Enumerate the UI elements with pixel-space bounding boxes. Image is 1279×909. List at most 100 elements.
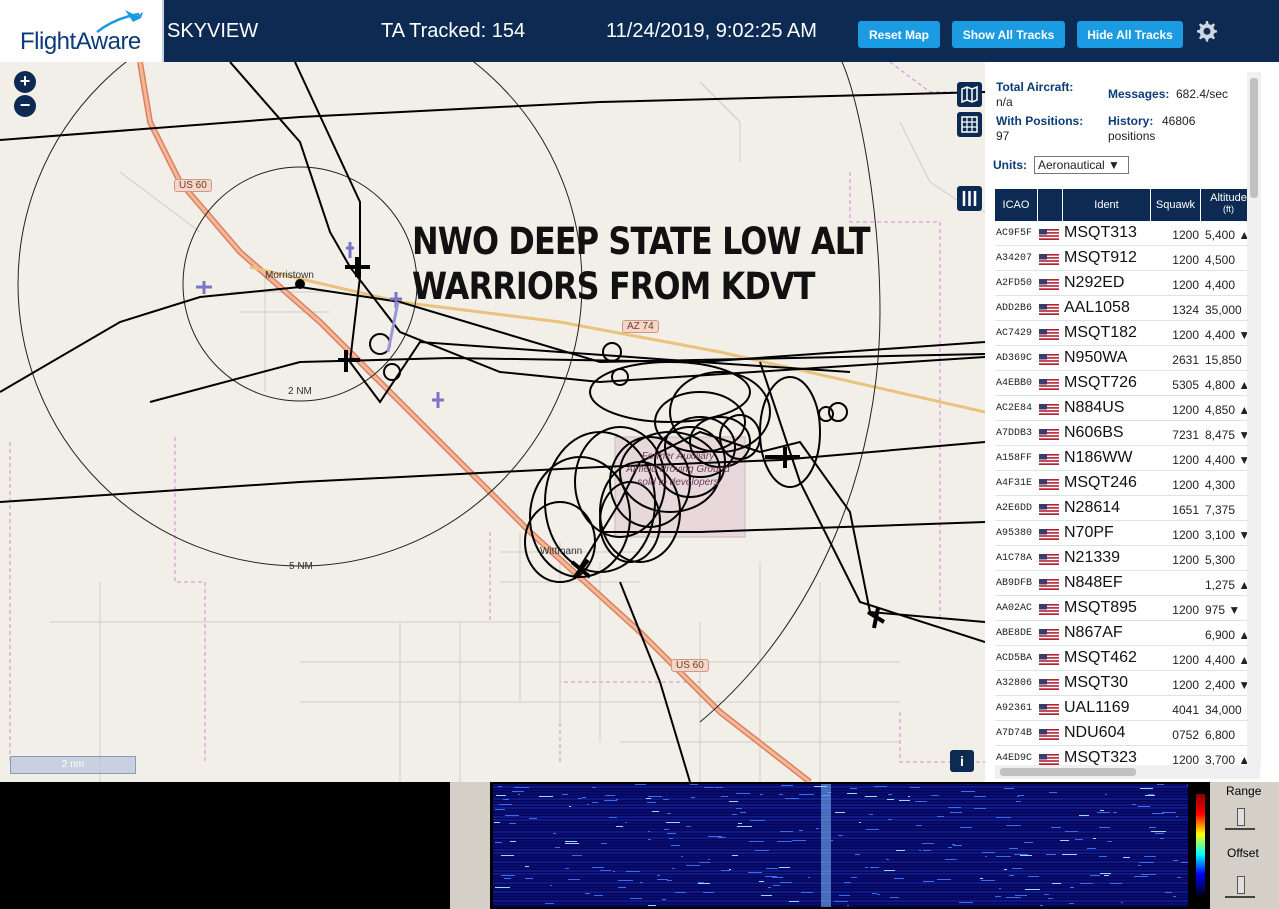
map-layers-icon[interactable] [957,82,982,107]
table-row[interactable]: A92361 UAL1169 4041 34,000 [995,696,1259,721]
us-flag-icon [1039,479,1059,490]
cell-ident: MSQT182 [1064,324,1137,341]
us-flag-icon [1039,529,1059,540]
history-unit: positions [1108,129,1156,143]
cell-ident: MSQT30 [1064,674,1129,691]
table-vertical-scrollbar[interactable] [1247,72,1261,767]
cell-icao: AC9F5F [996,228,1033,239]
vertical-scroll-thumb[interactable] [1250,78,1258,198]
cell-ident: N186WW [1064,449,1133,466]
cell-ident: N292ED [1064,274,1125,291]
units-select[interactable]: Aeronautical ▼ [1034,156,1129,174]
cell-icao: A4F31E [996,478,1033,489]
table-row[interactable]: A32806 MSQT30 1200 2,400 ▼ [995,671,1259,696]
us-flag-icon [1039,504,1059,515]
total-aircraft-label: Total Aircraft: [996,80,1074,94]
table-row[interactable]: A1C78A N21339 1200 5,300 [995,546,1259,571]
table-row[interactable]: A4EBB0 MSQT726 5305 4,800 ▲ [995,371,1259,396]
us-flag-icon [1039,254,1059,265]
cell-ident: N884US [1064,399,1125,416]
cell-icao: AC7429 [996,328,1033,339]
us-flag-icon [1039,354,1059,365]
grid-icon[interactable] [957,112,982,137]
cell-squawk: 1200 [1172,528,1199,542]
info-button[interactable]: i [950,750,974,772]
cell-icao: A32806 [996,678,1033,689]
cell-ident: MSQT462 [1064,649,1137,666]
gear-icon[interactable] [1194,19,1218,43]
table-horizontal-scrollbar[interactable] [995,765,1260,779]
shield-us60: US 60 [174,179,212,192]
us-flag-icon [1039,279,1059,290]
reset-map-button[interactable]: Reset Map [858,21,940,48]
tracked-count: TA Tracked: 154 [381,20,526,42]
table-row[interactable]: AC9F5F MSQT313 1200 5,400 ▲ [995,221,1259,246]
offset-slider[interactable] [1225,876,1255,898]
positions-value: 97 [996,129,1010,143]
zoom-in-button[interactable]: + [14,71,36,93]
us-flag-icon [1039,704,1059,715]
cell-icao: A1C78A [996,553,1033,564]
cell-ident: NDU604 [1064,724,1126,741]
table-row[interactable]: AA02AC MSQT895 1200 975 ▼ [995,596,1259,621]
table-row[interactable]: A158FF N186WW 1200 4,400 ▼ [995,446,1259,471]
table-row[interactable]: A4F31E MSQT246 1200 4,300 [995,471,1259,496]
flightaware-logo[interactable]: FlightAware [0,0,164,62]
map-canvas[interactable] [0,62,985,782]
us-flag-icon [1039,379,1059,390]
map-view[interactable]: + − NWO DEEP STATE LOW ALT WARRIORS FROM… [0,62,985,782]
col-ident[interactable]: Ident [1063,189,1151,221]
ring-2nm-label: 2 NM [288,386,312,397]
cell-squawk: 1200 [1172,328,1199,342]
range-label: Range [1226,784,1262,798]
shield-us60-south: US 60 [671,659,709,672]
table-row[interactable]: ABE8DE N867AF 6,900 ▲ [995,621,1259,646]
cell-ident: N28614 [1064,499,1121,516]
cell-ident: N848EF [1064,574,1123,591]
table-row[interactable]: A2FD50 N292ED 1200 4,400 [995,271,1259,296]
table-row[interactable]: AC7429 MSQT182 1200 4,400 ▼ [995,321,1259,346]
overlay-annotation: NWO DEEP STATE LOW ALT WARRIORS FROM KDV… [412,219,871,309]
overlay-line-1: NWO DEEP STATE LOW ALT [412,220,871,263]
table-row[interactable]: A7D74B NDU604 0752 6,800 [995,721,1259,746]
columns-icon[interactable] [957,186,982,211]
cell-squawk: 1324 [1172,303,1199,317]
table-row[interactable]: A34207 MSQT912 1200 4,500 [995,246,1259,271]
table-row[interactable]: A2E6DD N28614 1651 7,375 [995,496,1259,521]
us-flag-icon [1039,579,1059,590]
us-flag-icon [1039,429,1059,440]
ring-5nm-label: 5 NM [289,561,313,572]
positions-label: With Positions: [996,114,1084,128]
cell-squawk: 1200 [1172,403,1199,417]
cell-ident: N70PF [1064,524,1114,541]
table-row[interactable]: A7DDB3 N606BS 7231 8,475 ▼ [995,421,1259,446]
col-icao[interactable]: ICAO [995,189,1038,221]
table-row[interactable]: A95380 N70PF 1200 3,100 ▼ [995,521,1259,546]
cell-icao: A7D74B [996,728,1033,739]
hide-all-tracks-button[interactable]: Hide All Tracks [1077,21,1183,48]
col-flag[interactable] [1038,189,1063,221]
cell-icao: A158FF [996,453,1033,464]
cell-squawk: 1200 [1172,603,1199,617]
horizontal-scroll-thumb[interactable] [1000,768,1136,776]
range-slider-knob[interactable] [1237,808,1245,826]
offset-slider-knob[interactable] [1237,876,1245,894]
cell-icao: ACD5BA [996,653,1033,664]
cell-squawk: 1200 [1172,653,1199,667]
cell-squawk: 1200 [1172,678,1199,692]
col-squawk[interactable]: Squawk [1151,189,1201,221]
table-row[interactable]: AD369C N950WA 2631 15,850 [995,346,1259,371]
range-slider[interactable] [1225,808,1255,830]
cell-squawk: 1200 [1172,253,1199,267]
table-row[interactable]: ADD2B6 AAL1058 1324 35,000 [995,296,1259,321]
zoom-out-button[interactable]: − [14,95,36,117]
table-row[interactable]: AC2E84 N884US 1200 4,850 ▲ [995,396,1259,421]
cell-icao: A95380 [996,528,1033,539]
show-all-tracks-button[interactable]: Show All Tracks [952,21,1065,48]
town-morristown: Morristown [265,270,314,281]
cell-squawk: 1200 [1172,278,1199,292]
aircraft-panel: Total Aircraft: n/a Messages: 682.4/sec … [985,62,1279,782]
table-row[interactable]: ACD5BA MSQT462 1200 4,400 ▲ [995,646,1259,671]
table-row[interactable]: AB9DFB N848EF 1,275 ▲ [995,571,1259,596]
logo-text: FlightAware [20,28,141,55]
